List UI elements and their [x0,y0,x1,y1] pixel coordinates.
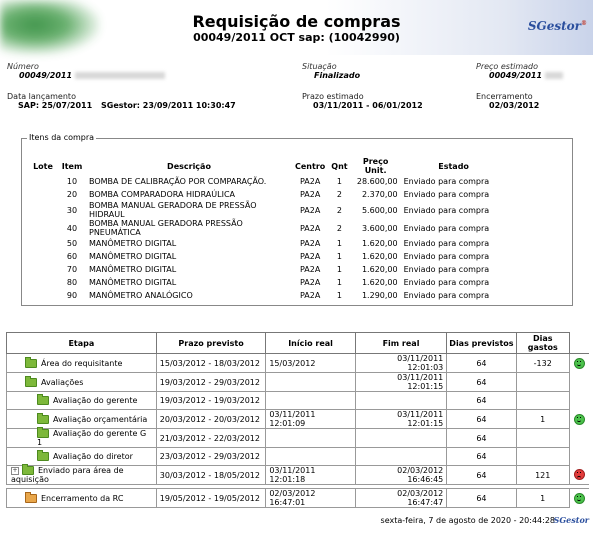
col-centro: Centro [295,161,326,171]
data-sgestor-value: SGestor: 23/09/2011 10:30:47 [101,101,236,110]
stage-row[interactable]: Avaliação do diretor 23/03/2012 - 29/03/… [6,447,590,466]
folder-icon [37,427,49,438]
stage-row[interactable]: Avaliação do gerente 19/03/2012 - 19/03/… [6,391,590,410]
preco-label: Preço estimado [476,62,538,71]
folder-open-icon [25,491,37,503]
stages-table: Etapa Prazo previsto Início real Fim rea… [6,332,589,508]
folder-icon [25,356,37,368]
status-ok-icon [573,492,585,504]
item-row: 80 MANÔMETRO DIGITAL PA2A 1 1.620,00 Enviado … [66,278,490,287]
stage-row[interactable]: + Enviado para área de aquisição 30/03/20… [6,464,590,485]
stage-name: Avaliação do gerente [53,396,138,405]
item-row: 50 MANÔMETRO DIGITAL PA2A 1 1.620,00 Enviado … [66,239,490,248]
stage-name: Área do requisitante [41,358,123,368]
col-status [568,332,589,354]
page-subtitle: 00049/2011 OCT sap: (10042990) [193,31,400,44]
stage-name: Avaliações [41,377,84,387]
encerramento-label: Encerramento [476,92,533,101]
col-fim-real: Fim real [354,332,448,354]
folder-icon [37,450,49,461]
stage-name: Avaliação do diretor [53,452,133,461]
col-etapa: Etapa [6,332,157,354]
situacao-label: Situação [302,62,337,71]
stage-row[interactable]: Área do requisitante 15/03/2012 - 18/03/… [6,353,590,373]
stage-name: Avaliação orçamentária [53,414,148,424]
prazo-label: Prazo estimado [302,92,364,101]
numero-label: Número [7,62,39,71]
preco-value: 00049/2011 [489,71,564,80]
col-prazo-previsto: Prazo previsto [155,332,267,354]
numero-value: 00049/2011 [19,71,166,80]
item-row: 20 BOMBA COMPARADORA HIDRAÚLICA PA2A 2 2.370… [66,190,490,199]
item-row: 10 BOMBA DE CALIBRAÇÃO POR COMPARAÇÃO. PA2… [66,177,490,186]
col-lote: Lote [33,161,53,171]
stage-row[interactable]: Encerramento da RC 19/05/2012 - 19/05/20… [6,488,590,508]
encerramento-value: 02/03/2012 [489,101,540,110]
data-sap-value: SAP: 25/07/2011 [18,101,93,110]
expand-icon[interactable]: + [11,466,19,475]
col-item: Item [61,161,83,171]
col-inicio-real: Início real [265,332,356,354]
stage-row[interactable]: Avaliação orçamentária 20/03/2012 - 20/0… [6,409,590,429]
folder-icon [37,394,49,405]
stage-row[interactable]: Avaliações 19/03/2012 - 29/03/2012 03/11… [6,372,590,392]
status-ok-icon [573,357,585,369]
situacao-value: Finalizado [314,71,361,80]
item-row: 70 MANÔMETRO DIGITAL PA2A 1 1.620,00 Enviado … [66,265,490,274]
item-row: 40 BOMBA MANUAL GERADORA PRESSÃO PNEUMÁTI… [66,219,490,237]
status-late-icon [573,469,585,481]
col-qnt: Qnt [331,161,348,171]
item-row: 30 BOMBA MANUAL GERADORA DE PRESSÃO HIDRA… [66,201,490,219]
stage-row[interactable]: Avaliação do gerente G 1 21/03/2012 - 22… [6,427,590,448]
sgestor-logo: SGestor® [527,19,587,33]
items-legend: Itens da compra [27,133,97,142]
col-dias-previstos: Dias previstos [446,332,517,354]
item-row: 60 MANÔMETRO DIGITAL PA2A 1 1.620,00 Enviado … [66,252,490,261]
col-descricao: Descrição [167,161,211,171]
item-row: 90 MANÔMETRO ANALÓGICO PA2A 1 1.290,00 Enviad… [66,291,490,300]
prazo-value: 03/11/2011 - 06/01/2012 [313,101,423,110]
stage-name: Avaliação do gerente G 1 [37,429,147,447]
folder-icon [37,412,49,424]
folder-icon [22,464,34,475]
col-dias-gastos: Dias gastos [515,332,570,354]
status-ok-icon [573,413,585,425]
footer-sgestor-logo: SGestor [553,515,589,525]
footer-date: sexta-feira, 7 de agosto de 2020 - 20:44… [380,516,555,525]
items-table: Lote Item Descrição Centro Qnt Preço Uni… [28,157,507,302]
data-lancamento-label: Data lançamento [7,92,76,101]
page-title: Requisição de compras [192,12,401,31]
col-preco: Preço Unit. [362,157,389,175]
col-estado: Estado [438,161,469,171]
stage-name: Encerramento da RC [41,493,124,503]
folder-icon [25,375,37,387]
